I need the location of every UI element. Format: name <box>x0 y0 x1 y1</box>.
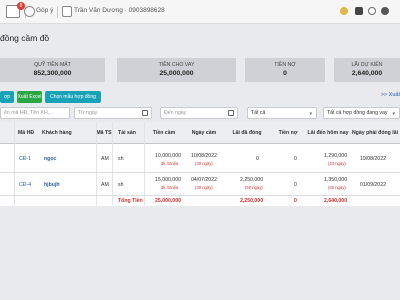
status-select-value: Tất cả <box>251 110 266 116</box>
page-title: đồng cầm đồ <box>0 33 50 43</box>
header-cell: Mã TS <box>96 130 112 136</box>
stat-debt: TIỀN NỢ 0 <box>245 58 325 82</box>
interest-today-days: (30 ngày) <box>328 185 346 190</box>
feedback-icon[interactable] <box>24 6 35 17</box>
interest-rate: 3k /1triệu <box>161 185 179 190</box>
table-header: Mã HĐ Khách hàng Mã TS Tài sản Tiền cầm … <box>0 122 400 144</box>
from-date-placeholder: Từ ngày <box>78 110 98 116</box>
asset-name: sh <box>118 182 124 188</box>
divider <box>57 6 58 18</box>
stat-label: QUỸ TIỀN MẶT <box>34 62 71 68</box>
debt-amount: 0 <box>294 156 297 162</box>
more-export-link[interactable]: >> Xuất <box>381 92 400 98</box>
asset-code: AM <box>101 156 109 162</box>
stat-label: TIỀN NỢ <box>274 62 296 68</box>
header-cell: Mã HĐ <box>17 130 35 136</box>
messages-icon[interactable]: 8 <box>6 2 25 18</box>
contract-type-select[interactable]: Tất cả hợp đồng đang vay ▾ <box>323 107 400 119</box>
calendar-icon[interactable] <box>142 110 148 116</box>
contract-type-value: Tất cả hợp đồng đang vay <box>327 110 388 116</box>
to-date-placeholder: Đến ngày <box>164 110 187 116</box>
column-divider <box>144 122 145 205</box>
choose-template-button[interactable]: Chọn mẫu hợp đồng <box>45 91 101 103</box>
contract-code-link[interactable]: CĐ-4 <box>19 182 31 188</box>
total-interest-today: 2,640,000 <box>324 198 348 204</box>
chevron-down-icon: ▾ <box>392 111 395 117</box>
user-info[interactable]: Trần Văn Dương · 0903898628 <box>74 7 165 14</box>
interest-paid: 2,250,000 <box>240 177 264 183</box>
settings-icon[interactable] <box>381 7 389 15</box>
interest-today: 1,290,000 <box>324 153 348 159</box>
contracts-table: Mã HĐ Khách hàng Mã TS Tài sản Tiền cầm … <box>0 122 400 206</box>
customer-link[interactable]: hjbujh <box>44 182 60 188</box>
pawn-amount: 10,000,000 <box>155 153 181 159</box>
stat-expected-interest: LÃI DỰ KIẾN 2,640,000 <box>334 58 400 82</box>
total-amount: 25,000,000 <box>155 198 181 204</box>
smile-icon[interactable] <box>340 7 348 15</box>
pawn-days: (30 ngày) <box>195 185 213 190</box>
export-excel-button[interactable]: Xuất Excel <box>17 91 42 103</box>
top-bar: 8 Góp ý Trần Văn Dương · 0903898628 <box>0 0 400 24</box>
pawn-days: (30 ngày) <box>195 161 213 166</box>
interest-today-days: (43 ngày) <box>328 161 346 166</box>
stat-loan: TIỀN CHO VAY 25,000,000 <box>117 58 236 82</box>
row-divider <box>0 172 400 173</box>
empty-area <box>0 206 400 300</box>
stat-label: LÃI DỰ KIẾN <box>351 62 383 68</box>
calendar-icon[interactable] <box>228 110 234 116</box>
stat-label: TIỀN CHO VAY <box>158 62 195 68</box>
header-cell: Ngày cầm <box>191 130 217 136</box>
interest-paid-days: (50 ngày) <box>245 185 263 190</box>
interest-today: 1,350,000 <box>324 177 348 183</box>
user-icon <box>62 6 72 17</box>
interest-rate: 3k /1triệu <box>161 161 179 166</box>
chevron-down-icon: ▾ <box>309 111 312 117</box>
stat-value: 852,300,000 <box>33 70 72 77</box>
debt-amount: 0 <box>294 182 297 188</box>
stat-value: 0 <box>283 70 287 77</box>
user-account-icon[interactable] <box>355 7 363 15</box>
column-divider <box>14 122 15 205</box>
due-date: 01/09/2022 <box>360 182 386 188</box>
stat-cash-fund: QUỸ TIỀN MẶT 852,300,000 <box>0 58 105 82</box>
search-input[interactable]: ên mã HĐ, Tên KH,... <box>0 107 70 119</box>
to-date-field[interactable]: Đến ngày <box>160 107 238 119</box>
asset-code: AM <box>101 182 109 188</box>
stat-value: 2,640,000 <box>351 70 383 77</box>
pawn-amount: 15,000,000 <box>155 177 181 183</box>
totals-label: Tổng Tiền <box>118 198 143 204</box>
feedback-link[interactable]: Góp ý <box>36 7 53 14</box>
total-debt: 0 <box>294 198 297 204</box>
stat-value: 25,000,000 <box>159 70 194 77</box>
header-cell: Tài sản <box>118 130 136 136</box>
column-divider <box>112 122 113 205</box>
due-date: 19/08/2022 <box>360 156 386 162</box>
header-cell: Khách hàng <box>42 130 72 136</box>
header-cell: Lãi đến hôm nay <box>307 130 349 136</box>
header-cell: Lãi đã đóng <box>232 130 262 136</box>
from-date-field[interactable]: Từ ngày <box>74 107 152 119</box>
row-divider <box>0 195 400 196</box>
status-select[interactable]: Tất cả ▾ <box>247 107 317 119</box>
contract-code-link[interactable]: CĐ-1 <box>19 156 31 162</box>
customer-link[interactable]: ngọc <box>44 156 56 162</box>
pawn-date: 10/08/2022 <box>191 153 217 159</box>
interest-paid: 0 <box>256 156 259 162</box>
header-cell: Tiền nợ <box>278 130 298 136</box>
total-interest-paid: 2,250,000 <box>240 198 264 204</box>
header-cell: Tiền cầm <box>152 130 176 136</box>
header-cell: Ngày phải đóng lãi <box>351 130 399 136</box>
asset-name: sh <box>118 156 124 162</box>
column-divider <box>96 122 97 205</box>
clock-icon[interactable] <box>368 7 376 15</box>
add-contract-button[interactable]: ợp mới <box>0 91 14 112</box>
pawn-date: 04/07/2022 <box>191 177 217 183</box>
